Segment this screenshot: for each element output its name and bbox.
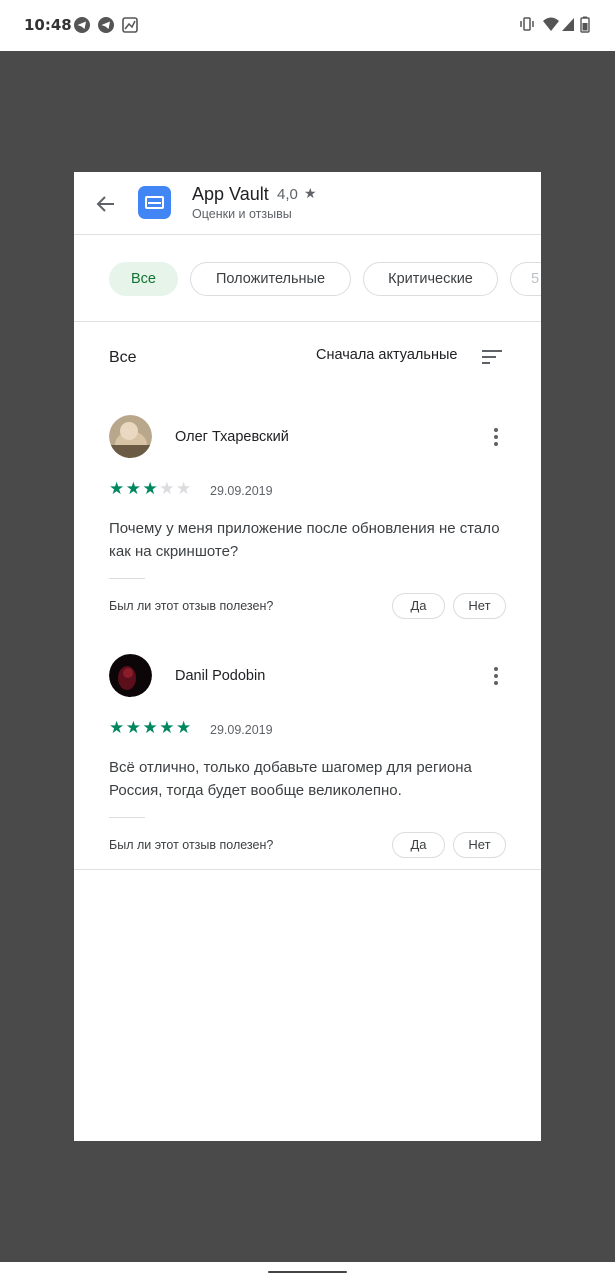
divider (109, 578, 145, 579)
sort-section-title: Все (109, 349, 137, 366)
more-vert-icon[interactable] (488, 427, 504, 447)
chip-all[interactable]: Все (109, 262, 178, 296)
sort-mode-button[interactable]: Сначала актуальные (316, 347, 457, 363)
chip-positive[interactable]: Положительные (190, 262, 351, 296)
reviewer-name: Олег Тхаревский (175, 429, 289, 445)
avatar[interactable] (109, 654, 152, 697)
chip-5-stars[interactable]: 5 (510, 262, 541, 296)
filter-chips: Все Положительные Критические 5 (74, 235, 541, 322)
reviews-dialog: App Vault 4,0 ★ Оценки и отзывы Все Поло… (74, 172, 541, 1141)
vibrate-icon (520, 17, 534, 31)
reviewer-name: Danil Podobin (175, 668, 266, 684)
more-vert-icon[interactable] (488, 666, 504, 686)
list-end-divider (74, 869, 541, 870)
telegram-icon (98, 17, 114, 33)
review-text: Почему у меня приложение после обновлени… (109, 520, 500, 560)
filled-stars: ★★★ (109, 479, 160, 498)
battery-icon (580, 16, 590, 33)
sort-icon[interactable] (481, 348, 503, 366)
helpful-yes-button[interactable]: Да (392, 593, 445, 619)
helpful-question: Был ли этот отзыв полезен? (109, 838, 274, 852)
avatar[interactable] (109, 415, 152, 458)
divider (109, 817, 145, 818)
helpful-no-button[interactable]: Нет (453, 832, 506, 858)
app-icon (138, 186, 171, 219)
back-arrow-icon[interactable] (94, 192, 118, 216)
helpful-yes-button[interactable]: Да (392, 832, 445, 858)
image-icon (122, 17, 138, 33)
helpful-no-button[interactable]: Нет (453, 593, 506, 619)
helpful-question: Был ли этот отзыв полезен? (109, 599, 274, 613)
review-date: 29.09.2019 (210, 484, 273, 498)
telegram-icon (74, 17, 90, 33)
filled-stars: ★★★★★ (109, 718, 193, 737)
app-rating: 4,0 (277, 186, 298, 203)
review-text: Всё отлично, только добавьте шагомер для… (109, 759, 472, 799)
rating-star-icon: ★ (304, 185, 317, 201)
home-gesture-handle[interactable] (268, 1271, 347, 1273)
empty-stars: ★★ (159, 479, 193, 498)
app-header: App Vault 4,0 ★ Оценки и отзывы (74, 172, 541, 235)
app-title: App Vault (192, 184, 269, 204)
star-rating: ★★★★★ (109, 718, 193, 738)
star-rating: ★★★★★ (109, 479, 193, 499)
review-date: 29.09.2019 (210, 723, 273, 737)
wifi-icon (543, 17, 559, 31)
app-subtitle: Оценки и отзывы (192, 207, 292, 221)
status-bar: 10:48 (0, 0, 615, 51)
status-time: 10:48 (24, 16, 72, 34)
chip-critical[interactable]: Критические (363, 262, 498, 296)
sort-row: Все Сначала актуальные (74, 322, 541, 392)
signal-icon (562, 18, 574, 31)
